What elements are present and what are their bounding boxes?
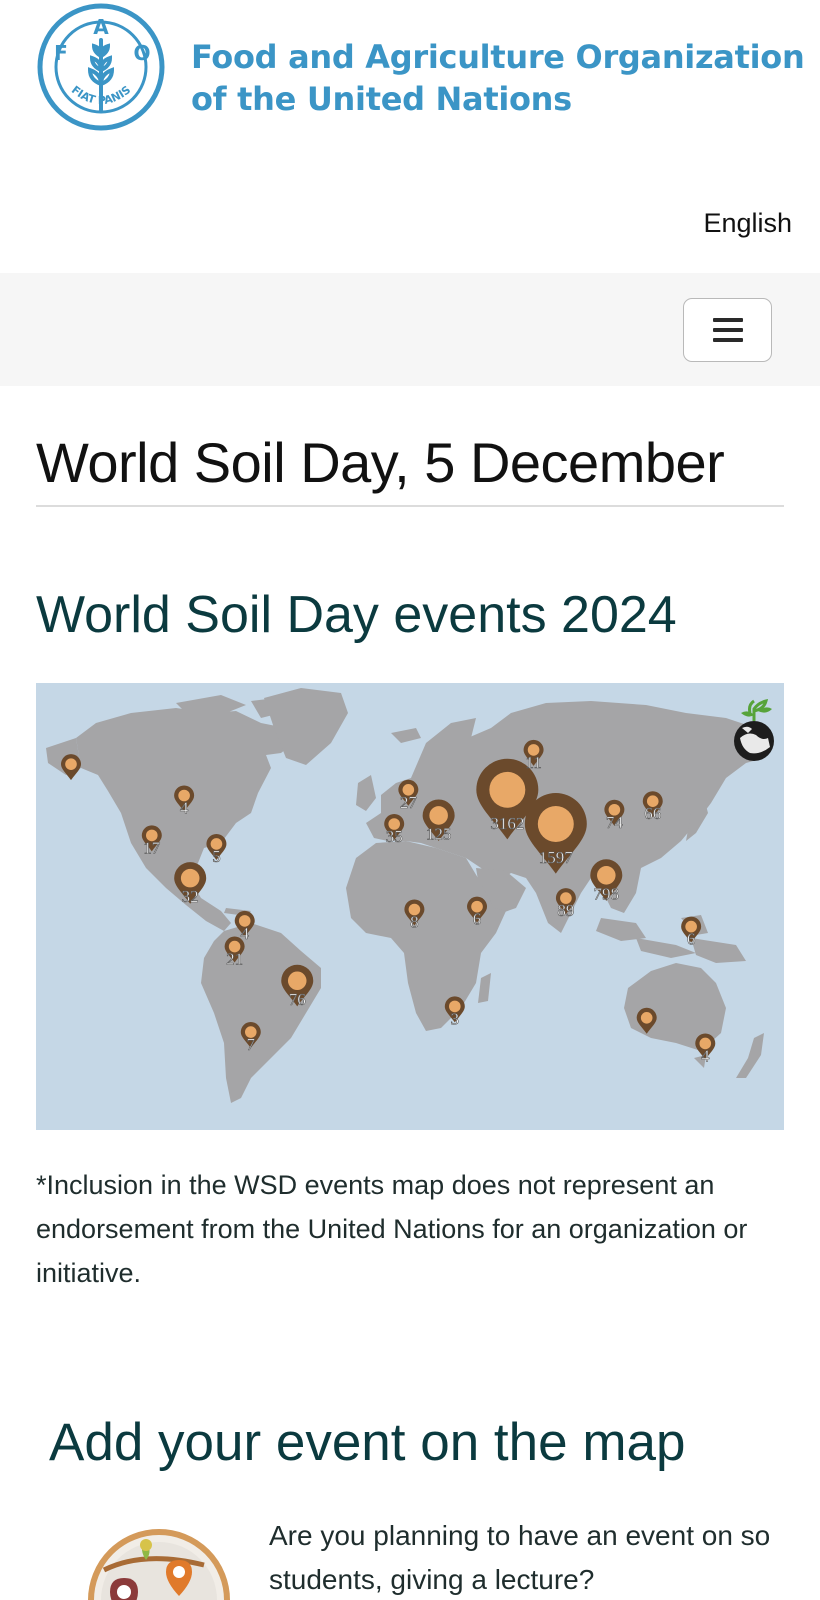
marker-count-label: 3162 — [490, 814, 524, 833]
marker-count-label: 89 — [557, 901, 574, 920]
navigation-bar — [0, 273, 820, 386]
hamburger-menu-icon — [712, 318, 743, 322]
marker-count-label: 3 — [451, 1009, 460, 1028]
marker-count-label: 27 — [400, 793, 418, 812]
org-name-line1: Food and Agriculture Organization — [191, 38, 805, 76]
hamburger-menu-button[interactable] — [683, 298, 772, 362]
soil-globe-sprout-icon[interactable] — [734, 698, 774, 761]
event-marker[interactable]: 11 — [523, 739, 544, 772]
event-marker[interactable]: 125 — [422, 799, 455, 844]
marker-count-label: 21 — [226, 950, 243, 969]
logo-letter-a: A — [93, 15, 109, 39]
marker-core — [429, 806, 448, 825]
org-name-line2: of the United Nations — [191, 80, 572, 118]
marker-core — [180, 868, 200, 888]
marker-core — [537, 806, 574, 842]
event-marker[interactable]: 3 — [444, 996, 465, 1029]
marker-core — [65, 758, 77, 770]
map-disclaimer: *Inclusion in the WSD events map does no… — [36, 1170, 748, 1288]
marker-count-label: 1597 — [539, 848, 574, 867]
marker-count-label: 7 — [247, 1035, 256, 1054]
event-marker[interactable]: 27 — [398, 779, 419, 812]
section-title: World Soil Day events 2024 — [36, 586, 677, 644]
marker-count-label: 17 — [143, 838, 161, 857]
language-selector[interactable]: English — [703, 208, 792, 239]
events-world-map[interactable]: 4 17 5 32 4 21 76 7 27 35 125 3162 11 1597 74 66 798 89 8 6… — [36, 683, 784, 1130]
marker-core — [640, 1012, 653, 1024]
logo-letter-o: O — [133, 41, 150, 65]
map-pins-circle-icon — [84, 1520, 234, 1600]
marker-count-label: 6 — [687, 930, 696, 949]
event-marker[interactable]: 74 — [604, 799, 625, 832]
marker-count-label: 4 — [180, 799, 189, 818]
marker-count-label: 32 — [182, 887, 199, 906]
logo-letter-f: F — [54, 41, 68, 65]
event-marker[interactable]: 798 — [590, 859, 623, 904]
marker-core — [597, 866, 616, 885]
marker-core — [287, 971, 307, 991]
event-marker[interactable]: 21 — [224, 936, 245, 969]
fao-logo[interactable]: A F O FIAT PANIS — [36, 2, 166, 132]
marker-core — [489, 771, 526, 808]
event-marker[interactable]: 89 — [555, 888, 576, 920]
marker-count-label: 4 — [701, 1046, 710, 1065]
marker-count-label: 35 — [386, 827, 403, 846]
event-marker[interactable]: 17 — [141, 825, 162, 858]
event-marker[interactable] — [61, 754, 81, 781]
add-event-description: Are you planning to have an event on so … — [269, 1514, 820, 1600]
marker-count-label: 5 — [212, 847, 221, 866]
event-marker[interactable]: 5 — [206, 833, 227, 866]
marker-count-label: 74 — [606, 813, 624, 832]
organization-name[interactable]: Food and Agriculture Organization of the… — [191, 36, 805, 120]
title-divider — [36, 505, 784, 507]
page-title: World Soil Day, 5 December — [36, 431, 725, 494]
marker-count-label: 8 — [410, 913, 419, 932]
world-landmass — [46, 688, 771, 1103]
marker-count-label: 76 — [289, 990, 306, 1009]
add-event-text-line2: students, giving a lecture? — [269, 1564, 595, 1595]
add-event-title: Add your event on the map — [49, 1413, 686, 1472]
marker-count-label: 125 — [426, 824, 452, 843]
site-header: A F O FIAT PANIS Food and Agriculture Or… — [0, 0, 820, 145]
marker-count-label: 6 — [473, 910, 482, 929]
marker-count-label: 11 — [525, 753, 541, 772]
marker-count-label: 66 — [644, 804, 661, 823]
marker-count-label: 798 — [594, 884, 620, 903]
event-marker[interactable]: 66 — [642, 791, 663, 824]
add-event-text-line1: Are you planning to have an event on so — [269, 1520, 771, 1551]
event-marker[interactable]: 35 — [384, 814, 405, 846]
